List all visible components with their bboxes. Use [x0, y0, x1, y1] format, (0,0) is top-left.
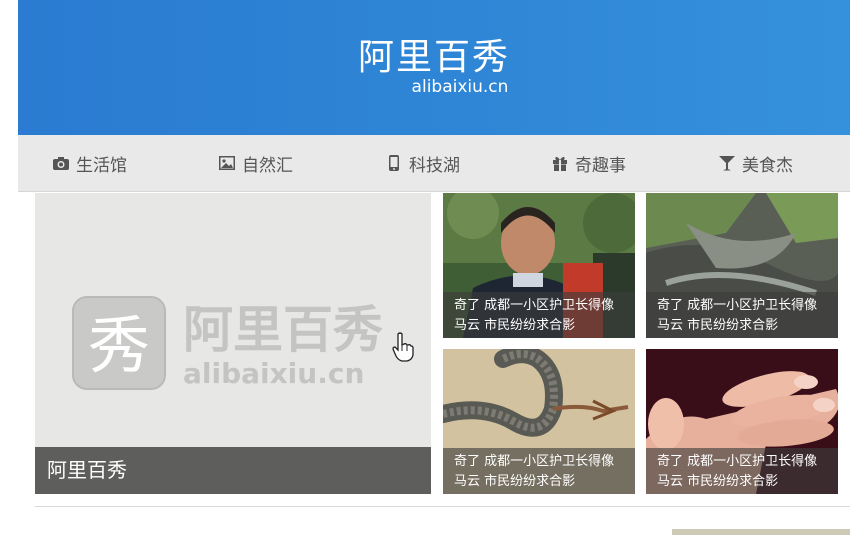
watermark-title: 阿里百秀	[183, 301, 383, 359]
news-thumb-3[interactable]: 奇了 成都一小区护卫长得像 马云 市民纷纷求合影	[443, 349, 635, 494]
nav-item-fun[interactable]: 奇趣事	[551, 135, 626, 191]
watermark-logo: 秀 阿里百秀 alibaixiu.cn	[72, 296, 383, 390]
cocktail-glass-icon	[718, 154, 736, 172]
image-icon	[218, 154, 236, 172]
news-thumb-2[interactable]: 奇了 成都一小区护卫长得像 马云 市民纷纷求合影	[646, 193, 838, 338]
thumb-caption: 奇了 成都一小区护卫长得像 马云 市民纷纷求合影	[443, 292, 635, 338]
news-thumb-1[interactable]: 奇了 成都一小区护卫长得像 马云 市民纷纷求合影	[443, 193, 635, 338]
gift-icon	[551, 154, 569, 172]
hand-pointer-cursor-icon	[392, 332, 414, 362]
news-thumb-4[interactable]: 奇了 成都一小区护卫长得像 马云 市民纷纷求合影	[646, 349, 838, 494]
next-section-thumb[interactable]	[672, 529, 850, 535]
thumb-caption: 奇了 成都一小区护卫长得像 马云 市民纷纷求合影	[646, 448, 838, 494]
nav-item-label: 自然汇	[242, 155, 293, 176]
thumb-caption-line1: 奇了 成都一小区护卫长得像	[657, 298, 818, 313]
site-title[interactable]: 阿里百秀	[18, 36, 850, 80]
nav-item-label: 美食杰	[742, 155, 793, 176]
thumb-caption-line1: 奇了 成都一小区护卫长得像	[657, 454, 818, 469]
site-header: 阿里百秀 alibaixiu.cn	[18, 0, 850, 135]
thumb-caption-line2: 马云 市民纷纷求合影	[657, 474, 779, 489]
featured-caption-text: 阿里百秀	[47, 458, 127, 482]
thumb-caption-line2: 马云 市民纷纷求合影	[454, 318, 576, 333]
watermark-domain: alibaixiu.cn	[183, 357, 364, 390]
nav-item-life[interactable]: 生活馆	[52, 135, 127, 191]
section-divider	[35, 506, 850, 507]
mobile-phone-icon	[385, 154, 403, 172]
camera-icon	[52, 154, 70, 172]
featured-slide[interactable]: 秀 阿里百秀 alibaixiu.cn 阿里百秀	[35, 193, 431, 494]
featured-caption[interactable]: 阿里百秀	[35, 447, 431, 494]
thumb-caption-line2: 马云 市民纷纷求合影	[454, 474, 576, 489]
category-nav: 生活馆 自然汇 科技湖 奇趣事 美食杰	[18, 135, 850, 192]
thumb-caption-line2: 马云 市民纷纷求合影	[657, 318, 779, 333]
watermark-glyph: 秀	[88, 309, 150, 382]
thumb-caption: 奇了 成都一小区护卫长得像 马云 市民纷纷求合影	[646, 292, 838, 338]
nav-item-label: 生活馆	[76, 155, 127, 176]
nav-item-food[interactable]: 美食杰	[718, 135, 793, 191]
site-domain: alibaixiu.cn	[411, 77, 509, 97]
thumb-caption-line1: 奇了 成都一小区护卫长得像	[454, 454, 615, 469]
thumb-caption-line1: 奇了 成都一小区护卫长得像	[454, 298, 615, 313]
nav-item-tech[interactable]: 科技湖	[385, 135, 460, 191]
nav-item-label: 奇趣事	[575, 155, 626, 176]
thumb-caption: 奇了 成都一小区护卫长得像 马云 市民纷纷求合影	[443, 448, 635, 494]
nav-item-nature[interactable]: 自然汇	[218, 135, 293, 191]
nav-item-label: 科技湖	[409, 155, 460, 176]
